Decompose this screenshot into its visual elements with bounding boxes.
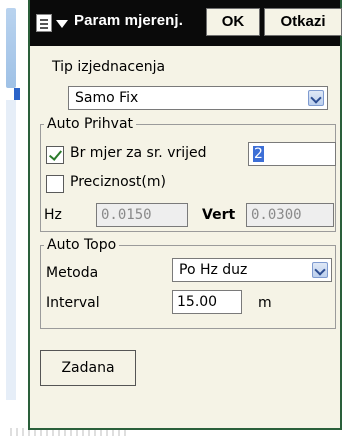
vert-label: Vert — [202, 207, 236, 223]
side-panel-lower — [6, 100, 16, 400]
hz-label: Hz — [44, 207, 62, 223]
interval-label: Interval — [46, 295, 100, 311]
chevron-down-icon[interactable] — [312, 262, 328, 278]
br-mjer-input[interactable]: 2 — [248, 142, 336, 166]
preciznost-checkbox[interactable] — [46, 175, 64, 193]
tip-izjednacenja-select[interactable]: Samo Fix — [68, 86, 328, 110]
cancel-button[interactable]: Otkazi — [264, 8, 342, 36]
auto-prihvat-title: Auto Prihvat — [44, 116, 137, 132]
hz-input: 0.0150 — [96, 203, 188, 227]
metoda-value: Po Hz duz — [179, 262, 248, 278]
side-panel-tab[interactable] — [14, 88, 20, 100]
interval-input[interactable]: 15.00 — [172, 290, 242, 314]
br-mjer-label: Br mjer za sr. vrijed — [70, 145, 207, 161]
side-panel-upper — [6, 8, 16, 88]
param-mjerenja-dialog: Param mjerenj. OK Otkazi Tip izjednacenj… — [28, 0, 342, 430]
ok-button[interactable]: OK — [206, 8, 260, 36]
tip-izjednacenja-value: Samo Fix — [75, 90, 139, 106]
tip-izjednacenja-label: Tip izjednacenja — [52, 59, 166, 75]
interval-unit-label: m — [258, 295, 272, 311]
triangle-down-icon — [56, 20, 68, 28]
vert-input: 0.0300 — [246, 203, 334, 227]
menu-dropdown-button[interactable] — [36, 10, 70, 36]
br-mjer-value: 2 — [253, 146, 264, 162]
auto-topo-title: Auto Topo — [44, 237, 120, 253]
br-mjer-checkbox[interactable] — [46, 146, 64, 164]
left-side-strip — [0, 0, 20, 441]
document-menu-icon — [36, 14, 52, 32]
zadana-button[interactable]: Zadana — [40, 350, 136, 386]
chevron-down-icon[interactable] — [308, 90, 324, 106]
metoda-select[interactable]: Po Hz duz — [172, 258, 332, 282]
metoda-label: Metoda — [46, 265, 99, 281]
dialog-toolbar: Param mjerenj. OK Otkazi — [30, 0, 342, 46]
preciznost-label: Preciznost(m) — [70, 174, 166, 190]
dialog-title: Param mjerenj. — [74, 12, 183, 29]
